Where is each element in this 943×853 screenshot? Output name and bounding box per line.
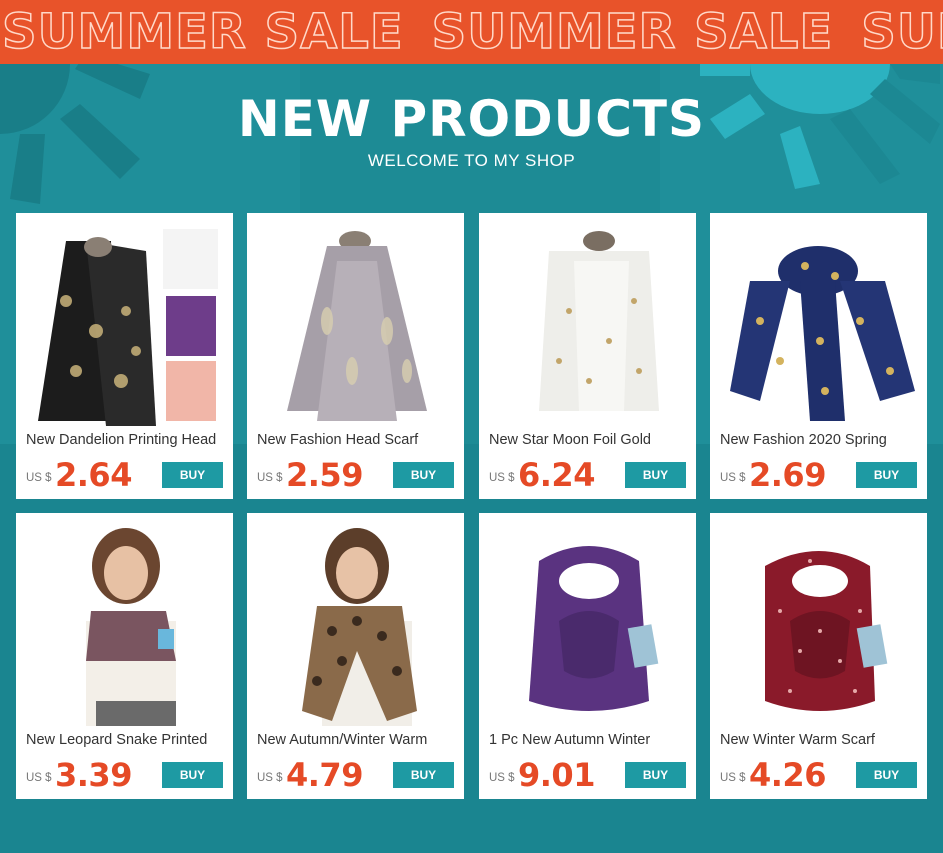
currency-label: US $: [489, 472, 515, 484]
product-card[interactable]: 1 Pc New Autumn Winter US $ 9.01 BUY: [479, 513, 696, 799]
product-price: 3.39: [55, 756, 132, 794]
product-image[interactable]: [257, 521, 454, 726]
currency-label: US $: [720, 772, 746, 784]
currency-label: US $: [257, 772, 283, 784]
product-name[interactable]: New Leopard Snake Printed: [26, 732, 226, 748]
page-title: NEW PRODUCTS: [237, 90, 706, 148]
page-subtitle: WELCOME TO MY SHOP: [367, 151, 576, 170]
product-price: 6.24: [518, 456, 595, 494]
currency-label: US $: [257, 472, 283, 484]
banner-text: SUMMER SALE: [1, 3, 404, 61]
product-name[interactable]: New Fashion Head Scarf: [257, 432, 457, 448]
product-price: 2.69: [749, 456, 826, 494]
buy-button[interactable]: BUY: [625, 462, 686, 488]
product-price: 4.79: [286, 756, 363, 794]
product-image[interactable]: [489, 521, 686, 726]
currency-label: US $: [26, 472, 52, 484]
product-name[interactable]: New Autumn/Winter Warm: [257, 732, 457, 748]
product-image[interactable]: [720, 221, 917, 426]
product-image[interactable]: [720, 521, 917, 726]
buy-button[interactable]: BUY: [162, 462, 223, 488]
product-card[interactable]: New Fashion Head Scarf US $ 2.59 BUY: [247, 213, 464, 499]
banner-text: SUMMER SALE: [431, 3, 834, 61]
buy-button[interactable]: BUY: [162, 762, 223, 788]
buy-button[interactable]: BUY: [393, 762, 454, 788]
currency-label: US $: [489, 772, 515, 784]
product-name[interactable]: 1 Pc New Autumn Winter: [489, 732, 689, 748]
product-image[interactable]: [489, 221, 686, 426]
product-price: 9.01: [518, 756, 595, 794]
product-card[interactable]: New Winter Warm Scarf US $ 4.26 BUY: [710, 513, 927, 799]
product-image[interactable]: [26, 521, 223, 726]
product-price: 2.59: [286, 456, 363, 494]
product-image[interactable]: [26, 221, 223, 426]
product-card[interactable]: New Leopard Snake Printed US $ 3.39 BUY: [16, 513, 233, 799]
product-name[interactable]: New Dandelion Printing Head: [26, 432, 226, 448]
buy-button[interactable]: BUY: [625, 762, 686, 788]
buy-button[interactable]: BUY: [856, 462, 917, 488]
product-card[interactable]: New Autumn/Winter Warm US $ 4.79 BUY: [247, 513, 464, 799]
buy-button[interactable]: BUY: [393, 462, 454, 488]
product-name[interactable]: New Star Moon Foil Gold: [489, 432, 689, 448]
product-image[interactable]: [257, 221, 454, 426]
product-card[interactable]: New Star Moon Foil Gold US $ 6.24 BUY: [479, 213, 696, 499]
product-price: 4.26: [749, 756, 826, 794]
product-card[interactable]: New Dandelion Printing Head US $ 2.64 BU…: [16, 213, 233, 499]
product-name[interactable]: New Winter Warm Scarf: [720, 732, 920, 748]
currency-label: US $: [720, 472, 746, 484]
product-price: 2.64: [55, 456, 132, 494]
banner-text: SUMMER SALE: [861, 3, 943, 61]
product-name[interactable]: New Fashion 2020 Spring: [720, 432, 920, 448]
summer-sale-banner: SUMMER SALE SUMMER SALE SUMMER SALE: [0, 0, 943, 64]
buy-button[interactable]: BUY: [856, 762, 917, 788]
product-card[interactable]: New Fashion 2020 Spring US $ 2.69 BUY: [710, 213, 927, 499]
currency-label: US $: [26, 772, 52, 784]
